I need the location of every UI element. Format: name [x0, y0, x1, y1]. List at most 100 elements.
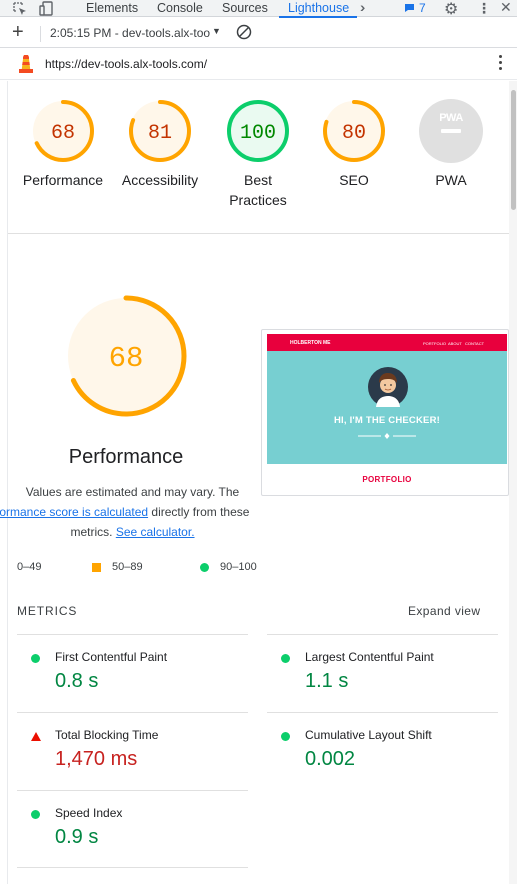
- settings-gear-icon[interactable]: ⚙: [444, 0, 458, 19]
- issues-icon: [405, 4, 414, 12]
- issues-count: 7: [419, 1, 426, 15]
- report-menu-icon[interactable]: [494, 52, 506, 74]
- accessibility-score: 81: [148, 122, 172, 145]
- metric-largest-contentful-paint: Largest Contentful Paint 1.1 s: [267, 634, 498, 712]
- expand-view-toggle[interactable]: Expand view: [408, 604, 480, 618]
- performance-large-gauge: 68: [65, 295, 187, 417]
- best-practices-label-line2: Practices: [229, 192, 287, 208]
- performance-gauge: 68: [32, 100, 94, 162]
- pwa-label: PWA: [435, 172, 467, 188]
- thumbnail-heading: HI, I'M THE CHECKER!: [333, 415, 440, 426]
- close-devtools-icon[interactable]: ✕: [500, 0, 512, 16]
- thumbnail-portfolio-title: PORTFOLIO: [362, 475, 412, 484]
- devtools-tab-strip: Elements Console Sources Lighthouse ›› 7…: [0, 0, 517, 19]
- pwa-badge-text: PWA: [439, 112, 463, 124]
- performance-desc-line2: rformance score is calculated directly f…: [0, 502, 265, 522]
- lighthouse-toolbar: + 2:05:15 PM - dev-tools.alx-too ▼: [0, 18, 517, 48]
- tab-lighthouse[interactable]: Lighthouse: [279, 0, 357, 18]
- legend-pass-label: 90–100: [220, 561, 257, 573]
- thumbnail-navbar: HOLBERTON ME PORTFOLIO ABOUT CONTACT: [267, 334, 507, 351]
- category-accessibility[interactable]: 81 Accessibility: [105, 99, 215, 190]
- add-icon[interactable]: +: [12, 20, 24, 44]
- thumbnail-nav-about: ABOUT: [448, 341, 462, 346]
- final-screenshot-thumbnail[interactable]: HOLBERTON ME PORTFOLIO ABOUT CONTACT HI,…: [261, 329, 509, 496]
- accessibility-label: Accessibility: [121, 172, 199, 188]
- lighthouse-logo-icon: [19, 55, 33, 73]
- more-options-icon[interactable]: ⋮: [477, 0, 491, 17]
- see-calculator-link[interactable]: See calculator.: [116, 525, 195, 539]
- fail-triangle-icon: [31, 732, 41, 741]
- circle-icon: [200, 562, 209, 572]
- pass-circle-icon: [281, 654, 290, 663]
- inspect-icon[interactable]: [10, 0, 30, 17]
- metric-label: Total Blocking Time: [55, 728, 159, 742]
- thumbnail-brand: HOLBERTON ME: [290, 340, 331, 346]
- best-practices-score: 100: [240, 122, 276, 145]
- tab-lighthouse-label: Lighthouse: [288, 1, 350, 15]
- metric-label: Cumulative Layout Shift: [305, 728, 432, 742]
- accessibility-gauge: 81: [129, 100, 191, 162]
- tab-console[interactable]: Console: [157, 0, 203, 17]
- category-seo[interactable]: 80 SEO: [299, 99, 409, 190]
- seo-gauge: 80: [323, 100, 385, 162]
- metric-total-blocking-time: Total Blocking Time 1,470 ms: [17, 712, 248, 790]
- avatar-icon: [368, 367, 408, 407]
- tab-sources[interactable]: Sources: [222, 0, 268, 17]
- issues-button[interactable]: 7: [404, 1, 426, 15]
- metric-value: 1,470 ms: [55, 748, 138, 770]
- report-url: https://dev-tools.alx-tools.com/: [45, 57, 208, 71]
- clear-icon[interactable]: [236, 24, 252, 40]
- best-practices-label: Best Practices: [203, 170, 313, 210]
- performance-desc-line3: metrics. See calculator.: [0, 522, 265, 542]
- legend-pass: 90–100: [200, 561, 257, 573]
- square-icon: [92, 562, 101, 572]
- category-pwa[interactable]: PWA PWA: [396, 99, 506, 190]
- pass-circle-icon: [281, 732, 290, 741]
- performance-description: Values are estimated and may vary. The r…: [0, 482, 265, 542]
- performance-desc-metrics: metrics.: [70, 525, 116, 539]
- best-practices-gauge: 100: [227, 100, 289, 162]
- performance-desc-after-link: directly from these: [148, 505, 250, 519]
- category-performance[interactable]: 68 Performance: [8, 99, 118, 190]
- legend-fail-label: 0–49: [17, 561, 42, 573]
- metric-cumulative-layout-shift: Cumulative Layout Shift 0.002: [267, 712, 498, 790]
- thumbnail-hero: HI, I'M THE CHECKER!: [267, 351, 507, 464]
- best-practices-label-line1: Best: [243, 172, 272, 188]
- thumbnail-nav-contact: CONTACT: [465, 341, 485, 346]
- metric-value: 0.9 s: [55, 826, 99, 848]
- legend-average-label: 50–89: [112, 561, 143, 573]
- report-selector[interactable]: 2:05:15 PM - dev-tools.alx-too: [50, 26, 210, 40]
- report-url-bar: https://dev-tools.alx-tools.com/: [0, 48, 517, 80]
- more-tabs-icon[interactable]: ››: [360, 0, 367, 15]
- performance-large-score: 68: [109, 342, 144, 375]
- pwa-badge-icon: PWA: [419, 99, 483, 163]
- performance-desc-line1: Values are estimated and may vary. The: [25, 485, 240, 499]
- metric-value: 0.8 s: [55, 670, 99, 692]
- metric-label: Speed Index: [55, 806, 123, 820]
- metric-value: 1.1 s: [305, 670, 349, 692]
- performance-title: Performance: [68, 446, 184, 468]
- performance-label: Performance: [22, 172, 104, 188]
- toolbar-divider: [40, 26, 41, 42]
- thumbnail-nav-portfolio: PORTFOLIO: [423, 341, 447, 346]
- pass-circle-icon: [31, 654, 40, 663]
- score-calculated-link[interactable]: rformance score is calculated: [0, 505, 148, 519]
- metric-label: First Contentful Paint: [55, 650, 168, 664]
- scrollbar-thumb[interactable]: [511, 90, 516, 210]
- performance-score: 68: [51, 122, 75, 145]
- device-toggle-icon[interactable]: [38, 0, 58, 17]
- metric-value: 0.002: [305, 748, 356, 770]
- metrics-heading: METRICS: [17, 604, 78, 618]
- seo-label: SEO: [339, 172, 369, 188]
- metric-first-contentful-paint: First Contentful Paint 0.8 s: [17, 634, 248, 712]
- legend-average: 50–89: [92, 561, 143, 573]
- tab-elements[interactable]: Elements: [86, 0, 138, 17]
- pass-circle-icon: [31, 810, 40, 819]
- metric-speed-index: Speed Index 0.9 s: [17, 790, 248, 868]
- legend-fail: 0–49: [17, 561, 41, 573]
- metric-label: Largest Contentful Paint: [305, 650, 434, 664]
- chevron-down-icon[interactable]: ▼: [212, 26, 221, 36]
- seo-score: 80: [342, 122, 366, 145]
- category-best-practices[interactable]: 100 Best Practices: [203, 99, 313, 210]
- thumbnail-divider: [358, 433, 416, 439]
